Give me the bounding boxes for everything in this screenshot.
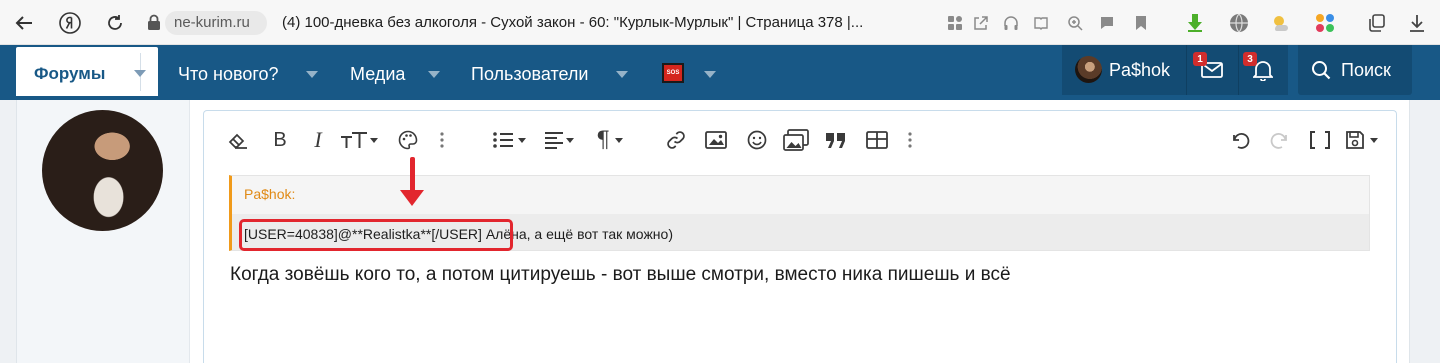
alerts-count-badge: 3 <box>1243 52 1257 66</box>
undo-icon[interactable] <box>1227 129 1253 151</box>
italic-icon[interactable]: I <box>305 127 331 152</box>
back-arrow-icon[interactable] <box>13 12 35 34</box>
bold-icon[interactable]: B <box>267 129 293 151</box>
globe-extension-icon[interactable] <box>1228 12 1250 34</box>
browser-toolbar: ne-kurim.ru (4) 100-дневка без алкоголя … <box>0 0 1440 45</box>
share-icon[interactable] <box>970 12 992 34</box>
services-extension-icon[interactable] <box>1314 12 1336 34</box>
toggle-bbcode-icon[interactable] <box>1307 129 1333 151</box>
chevron-down-icon[interactable] <box>370 138 378 143</box>
chevron-down-icon[interactable] <box>134 70 146 77</box>
message-body-text[interactable]: Когда зовёшь кого то, а потом цитируешь … <box>230 264 1011 286</box>
avatar[interactable] <box>1075 56 1102 83</box>
media-icon[interactable] <box>782 129 810 151</box>
eraser-icon[interactable] <box>225 129 251 151</box>
link-icon[interactable] <box>663 129 689 151</box>
table-icon[interactable] <box>864 129 890 151</box>
collections-icon[interactable] <box>1366 12 1388 34</box>
chevron-down-icon[interactable] <box>704 71 716 78</box>
search-icon <box>1312 61 1331 80</box>
annotation-arrow-head <box>400 190 424 206</box>
zoom-icon[interactable] <box>1064 12 1086 34</box>
align-icon[interactable] <box>541 129 567 151</box>
tab-forums[interactable]: Форумы <box>16 47 158 96</box>
username[interactable]: Pa$hok <box>1109 60 1170 81</box>
redo-icon[interactable] <box>1267 129 1293 151</box>
chevron-down-icon[interactable] <box>518 138 526 143</box>
quote-icon[interactable] <box>823 129 849 151</box>
url-host[interactable]: ne-kurim.ru <box>174 14 250 31</box>
page-title: (4) 100-дневка без алкоголя - Сухой зако… <box>282 14 864 31</box>
chevron-down-icon[interactable] <box>306 71 318 78</box>
nav-users[interactable]: Пользователи <box>471 64 588 85</box>
chevron-down-icon[interactable] <box>428 71 440 78</box>
annotation-highlight-box <box>239 219 513 251</box>
apps-icon[interactable] <box>944 12 966 34</box>
save-draft-icon[interactable] <box>1342 129 1368 151</box>
nav-whats-new[interactable]: Что нового? <box>178 64 279 85</box>
more-options-icon[interactable] <box>432 129 452 151</box>
messages-count-badge: 1 <box>1193 52 1207 66</box>
more-options-icon[interactable] <box>900 129 920 151</box>
annotation-arrow <box>410 157 415 194</box>
quote-author[interactable]: Pa$hok: <box>244 186 295 202</box>
alerts-button[interactable]: 3 <box>1238 45 1288 95</box>
paragraph-icon[interactable]: ¶ <box>590 128 616 153</box>
font-size-icon[interactable] <box>340 129 370 151</box>
messages-button[interactable]: 1 <box>1186 45 1238 95</box>
smiley-icon[interactable] <box>744 129 770 151</box>
downloads-icon[interactable] <box>1406 12 1428 34</box>
nav-media[interactable]: Медиа <box>350 64 405 85</box>
list-icon[interactable] <box>490 129 516 151</box>
user-avatar[interactable] <box>42 110 163 231</box>
palette-icon[interactable] <box>395 129 421 151</box>
reload-icon[interactable] <box>104 12 126 34</box>
image-icon[interactable] <box>703 129 729 151</box>
comment-icon[interactable] <box>1096 12 1118 34</box>
download-extension-icon[interactable] <box>1184 12 1206 34</box>
lock-icon[interactable] <box>147 14 163 32</box>
chevron-down-icon[interactable] <box>616 71 628 78</box>
headphones-icon[interactable] <box>1000 12 1022 34</box>
reader-icon[interactable] <box>1030 12 1052 34</box>
search-label[interactable]: Поиск <box>1341 60 1391 81</box>
bookmark-icon[interactable] <box>1130 12 1152 34</box>
sos-icon[interactable]: SOS <box>662 63 684 83</box>
weather-extension-icon[interactable] <box>1270 12 1292 34</box>
chevron-down-icon[interactable] <box>566 138 574 143</box>
chevron-down-icon[interactable] <box>615 138 623 143</box>
chevron-down-icon[interactable] <box>1370 138 1378 143</box>
yandex-logo-icon[interactable] <box>59 12 81 34</box>
forum-navigation: Форумы Что нового? Медиа Пользователи SO… <box>0 45 1440 100</box>
tab-forums-label: Форумы <box>34 64 106 83</box>
